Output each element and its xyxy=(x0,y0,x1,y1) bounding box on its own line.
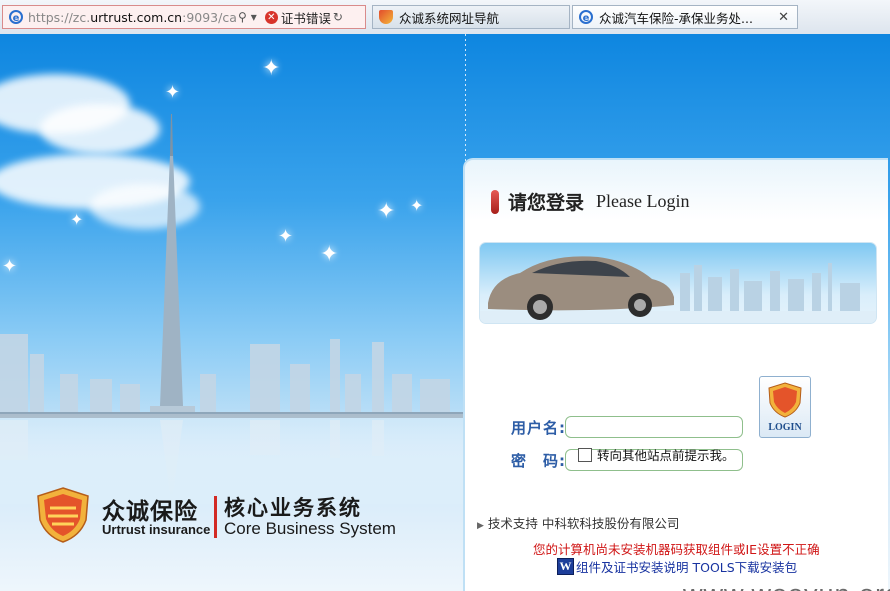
ie-icon: e xyxy=(9,10,23,24)
cert-error-icon[interactable]: ✕ xyxy=(264,10,278,24)
shield-icon xyxy=(379,10,393,24)
login-title-cn: 请您登录 xyxy=(508,192,585,214)
url-path: :9093/casser xyxy=(182,9,236,25)
shield-logo-icon xyxy=(37,487,89,543)
tech-support: ▶ 技术支持 中科软科技股份有限公司 xyxy=(477,513,679,532)
login-title-en: Please Login xyxy=(596,191,690,211)
shield-icon xyxy=(768,382,802,418)
login-panel: 请您登录 Please Login 用户名: 密 码: LOGIN 转向其他站点… xyxy=(463,158,888,591)
search-icon[interactable]: ⚲ xyxy=(238,10,247,24)
brand-name-en: Urtrust insurance xyxy=(102,522,211,537)
brand-name-cn: 众诚保险 xyxy=(102,498,198,525)
url-host: urtrust.com.cn xyxy=(90,9,183,25)
username-input[interactable] xyxy=(565,416,743,438)
url-text[interactable]: https://zc.urtrust.com.cn:9093/casser xyxy=(28,10,236,25)
username-label: 用户名: xyxy=(511,419,566,437)
password-label: 密 码: xyxy=(511,452,566,470)
watermark-text: www.wooyun.org xyxy=(683,579,890,591)
tech-support-text: 技术支持 中科软科技股份有限公司 xyxy=(487,516,680,531)
cert-error-label[interactable]: 证书错误 xyxy=(281,8,331,27)
component-warning: 您的计算机尚未安装机器码获取组件或IE设置不正确 xyxy=(533,542,820,557)
car-banner-image xyxy=(479,242,877,324)
login-button[interactable]: LOGIN xyxy=(759,376,811,438)
brand-divider xyxy=(214,496,217,538)
address-bar[interactable]: e https://zc.urtrust.com.cn:9093/casser … xyxy=(2,5,366,29)
arrow-right-icon: ▶ xyxy=(477,521,484,531)
word-doc-icon: W xyxy=(557,558,574,575)
tab-label: 众诚系统网址导航 xyxy=(399,10,500,26)
tab-label: 众诚汽车保险-承保业务处... xyxy=(599,10,753,26)
login-title: 请您登录 Please Login xyxy=(491,188,690,215)
page-content: ✦ ✦ ✦ ✦ ✦ ✦ ✦ ✦ 众诚保险 Urtrust insurance 核… xyxy=(0,34,890,591)
system-name-en: Core Business System xyxy=(224,519,396,538)
tab-underwriting[interactable]: e 众诚汽车保险-承保业务处... ✕ xyxy=(572,5,798,29)
url-scheme: https://zc. xyxy=(28,9,91,25)
remember-label: 转向其他站点前提示我。 xyxy=(597,448,735,463)
remember-checkbox[interactable] xyxy=(578,447,592,462)
chevron-down-icon[interactable]: ▾ xyxy=(251,10,257,24)
title-marker xyxy=(491,189,499,214)
system-name-cn: 核心业务系统 xyxy=(224,495,362,520)
tab-site-navigation[interactable]: 众诚系统网址导航 xyxy=(372,5,570,29)
car-skyline-illustration xyxy=(480,256,876,323)
brand-logo: 众诚保险 Urtrust insurance 核心业务系统 Core Busin… xyxy=(36,486,436,546)
remember-option[interactable]: 转向其他站点前提示我。 xyxy=(578,445,735,464)
install-guide-link[interactable]: W 组件及证书安装说明 TOOLS下载安装包 xyxy=(557,557,797,576)
browser-chrome: e https://zc.urtrust.com.cn:9093/casser … xyxy=(0,0,890,35)
refresh-icon[interactable]: ↻ xyxy=(333,10,343,24)
install-guide-text[interactable]: 组件及证书安装说明 TOOLS下载安装包 xyxy=(576,557,797,576)
ie-icon: e xyxy=(579,10,593,24)
close-icon[interactable]: ✕ xyxy=(778,10,789,25)
login-button-label: LOGIN xyxy=(768,422,802,433)
